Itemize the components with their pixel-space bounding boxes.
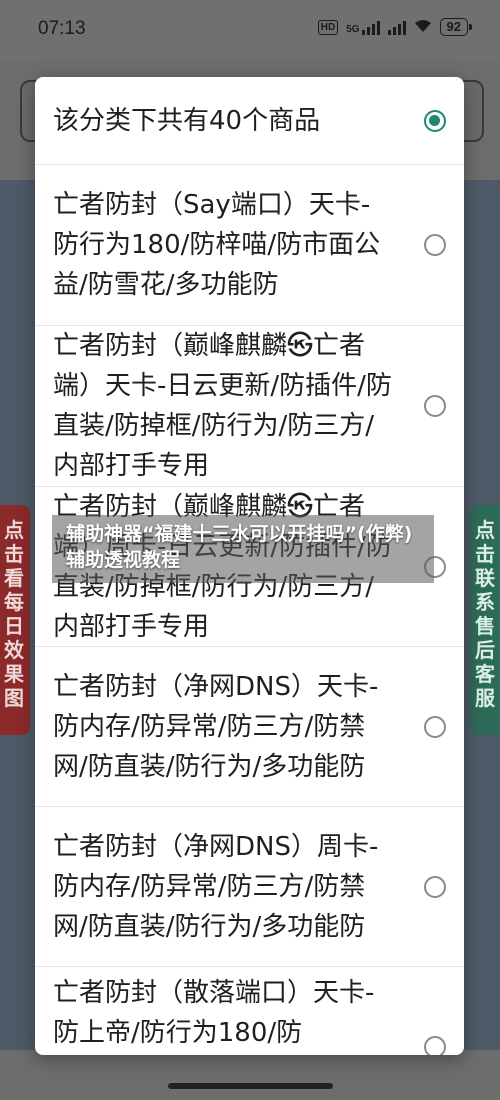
option-item-0[interactable]: 该分类下共有40个商品: [35, 77, 464, 165]
hd-icon: HD: [317, 19, 339, 35]
option-label: 亡者防封（净网DNS）天卡-防内存/防异常/防三方/防禁网/防直装/防行为/多功…: [53, 671, 379, 782]
radio-icon[interactable]: [424, 395, 446, 417]
radio-icon[interactable]: [424, 715, 446, 738]
option-item-6[interactable]: 亡者防封（散落端口）天卡-防上帝/防行为180/防: [35, 967, 464, 1055]
network-label: 5G: [346, 24, 360, 35]
home-indicator[interactable]: [168, 1083, 333, 1089]
option-label: 亡者防封（散落端口）天卡-防上帝/防行为180/防: [53, 978, 375, 1048]
overlay-caption: 辅助神器“福建十三水可以开挂吗”(作弊)辅助透视教程: [52, 515, 434, 583]
option-item-4[interactable]: 亡者防封（净网DNS）天卡-防内存/防异常/防三方/防禁网/防直装/防行为/多功…: [35, 647, 464, 807]
radio-icon[interactable]: [424, 234, 446, 256]
option-label: 亡者防封（Say端口）天卡-防行为180/防梓喵/防市面公益/防雪花/多功能防: [53, 190, 381, 300]
status-bar: 07:13 HD 5G 92: [0, 0, 500, 60]
status-icons: HD 5G 92: [317, 18, 473, 36]
option-label: 该分类下共有40个商品: [53, 105, 321, 136]
option-item-2[interactable]: 亡者防封（巅峰麒麟㉿亡者端）天卡-日云更新/防插件/防直装/防掉框/防行为/防三…: [35, 326, 464, 487]
option-label: 亡者防封（净网DNS）周卡-防内存/防异常/防三方/防禁网/防直装/防行为/多功…: [53, 831, 379, 942]
left-promo-text: 点击看每日效果图: [4, 518, 24, 710]
option-item-1[interactable]: 亡者防封（Say端口）天卡-防行为180/防梓喵/防市面公益/防雪花/多功能防: [35, 165, 464, 326]
radio-icon[interactable]: [424, 1036, 446, 1055]
battery-icon: 92: [439, 18, 473, 36]
option-item-5[interactable]: 亡者防封（净网DNS）周卡-防内存/防异常/防三方/防禁网/防直装/防行为/多功…: [35, 807, 464, 967]
right-service-text: 点击联系售后客服: [475, 518, 495, 710]
signal-icon: [361, 19, 380, 35]
option-label: 亡者防封（巅峰麒麟㉿亡者端）天卡-日云更新/防插件/防直装/防掉框/防行为/防三…: [53, 331, 392, 481]
status-time: 07:13: [38, 18, 86, 39]
signal-icon-2: [387, 19, 406, 35]
wifi-icon: [414, 19, 432, 36]
radio-selected-icon[interactable]: [424, 109, 446, 132]
radio-icon[interactable]: [424, 875, 446, 898]
network-5g-icon: 5G: [346, 19, 380, 35]
